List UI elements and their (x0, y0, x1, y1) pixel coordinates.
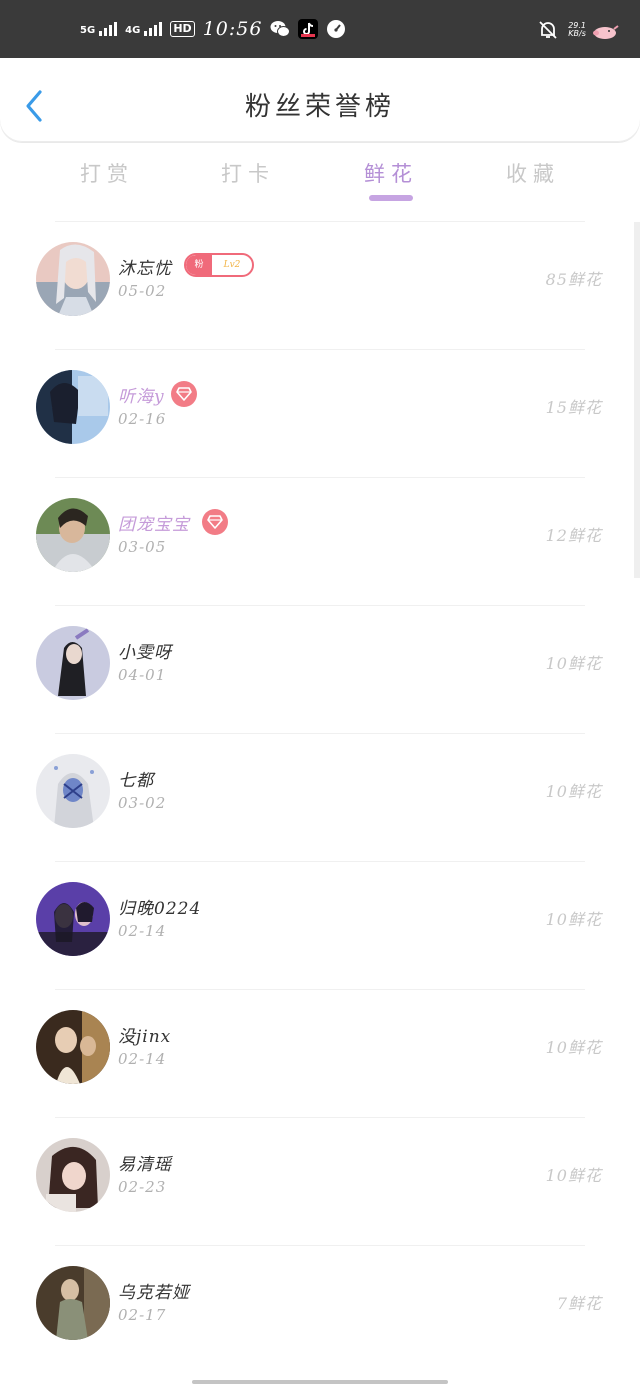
flower-count: 7鲜花 (556, 1294, 602, 1313)
avatar[interactable] (36, 626, 110, 700)
fan-date: 02-16 (118, 410, 167, 428)
avatar[interactable] (36, 242, 110, 316)
flower-count: 85鲜花 (545, 270, 602, 289)
fan-badge-level: Lv2 (223, 260, 241, 270)
list-item[interactable]: 易清瑶 02-23 10鲜花 (0, 1118, 640, 1246)
list-item[interactable]: 归晚0224 02-14 10鲜花 (0, 862, 640, 990)
tab-bar: 打赏 打卡 鲜花 收藏 (0, 150, 640, 210)
bell-off-icon (538, 20, 558, 40)
5g-signal: 5G (80, 22, 118, 36)
tab-checkin[interactable]: 打卡 (188, 158, 308, 188)
fan-level-badge: 粉 Lv2 (184, 253, 254, 277)
avatar[interactable] (36, 498, 110, 572)
flower-count: 10鲜花 (545, 654, 602, 673)
avatar[interactable] (36, 754, 110, 828)
fan-badge-label: 粉 (186, 255, 212, 275)
tab-flowers[interactable]: 鲜花 (331, 158, 451, 188)
flower-count: 10鲜花 (545, 1038, 602, 1057)
network-speed: 29.1 KB/s (568, 22, 586, 38)
list-item[interactable]: 小雯呀 04-01 10鲜花 (0, 606, 640, 734)
fan-name: 乌克若娅 (118, 1283, 190, 1303)
list-item[interactable]: 听海y 02-16 15鲜花 (0, 350, 640, 478)
flower-count: 12鲜花 (545, 526, 602, 545)
list-item[interactable]: 沐忘忧 粉 Lv2 05-02 85鲜花 (0, 222, 640, 350)
network-speed-unit: KB/s (568, 29, 586, 38)
tab-favorites[interactable]: 收藏 (473, 158, 593, 188)
signal-bars-icon (99, 22, 118, 36)
wechat-icon (270, 19, 291, 39)
flower-count: 10鲜花 (545, 782, 602, 801)
tab-reward[interactable]: 打赏 (47, 158, 167, 188)
fan-date: 02-23 (118, 1178, 167, 1196)
fan-date: 02-14 (118, 1050, 167, 1068)
fan-name: 易清瑶 (118, 1155, 172, 1175)
flower-count: 15鲜花 (545, 398, 602, 417)
fan-date: 02-14 (118, 922, 167, 940)
fan-date: 03-05 (118, 538, 167, 556)
page-title: 粉丝荣誉榜 (244, 92, 395, 122)
fan-name: 没jinx (118, 1027, 172, 1047)
fan-name: 小雯呀 (118, 643, 172, 663)
flower-count: 10鲜花 (545, 1166, 602, 1185)
avatar[interactable] (36, 370, 110, 444)
status-left: 5G 4G HD 10:56 (80, 18, 346, 40)
4g-signal: 4G (125, 22, 163, 36)
scrollbar[interactable] (634, 222, 640, 578)
fan-name: 团宠宝宝 (118, 515, 190, 535)
list-item[interactable]: 乌克若娅 02-17 7鲜花 (0, 1246, 640, 1374)
status-bar: 5G 4G HD 10:56 29.1 KB/s (0, 0, 640, 58)
fan-name: 归晚0224 (118, 899, 202, 919)
4g-label: 4G (125, 25, 141, 36)
fan-ranking-list: 沐忘忧 粉 Lv2 05-02 85鲜花 听海y 02-16 15鲜花 团宠宝宝… (0, 222, 640, 1374)
active-tab-indicator (369, 195, 413, 201)
flower-count: 10鲜花 (545, 910, 602, 929)
battery-pig-icon (592, 24, 620, 44)
avatar[interactable] (36, 1010, 110, 1084)
avatar[interactable] (36, 1138, 110, 1212)
signal-bars-icon (144, 22, 163, 36)
list-item[interactable]: 没jinx 02-14 10鲜花 (0, 990, 640, 1118)
fan-date: 04-01 (118, 666, 167, 684)
hd-icon: HD (170, 21, 195, 37)
avatar[interactable] (36, 1266, 110, 1340)
status-right: 29.1 KB/s (538, 20, 586, 40)
fan-date: 05-02 (118, 282, 167, 300)
diamond-badge-icon (202, 509, 228, 535)
5g-label: 5G (80, 25, 96, 36)
fan-name: 沐忘忧 (118, 259, 172, 279)
fan-date: 02-17 (118, 1306, 167, 1324)
fan-name: 七都 (118, 771, 154, 791)
fan-date: 03-02 (118, 794, 167, 812)
speedometer-icon (326, 19, 346, 39)
tiktok-icon (298, 19, 319, 39)
list-item[interactable]: 七都 03-02 10鲜花 (0, 734, 640, 862)
diamond-badge-icon (171, 381, 197, 407)
fan-name: 听海y (118, 387, 165, 407)
avatar[interactable] (36, 882, 110, 956)
navigation-header: 粉丝荣誉榜 (0, 58, 640, 142)
clock: 10:56 (202, 18, 263, 40)
list-item[interactable]: 团宠宝宝 03-05 12鲜花 (0, 478, 640, 606)
home-indicator[interactable] (192, 1380, 448, 1384)
